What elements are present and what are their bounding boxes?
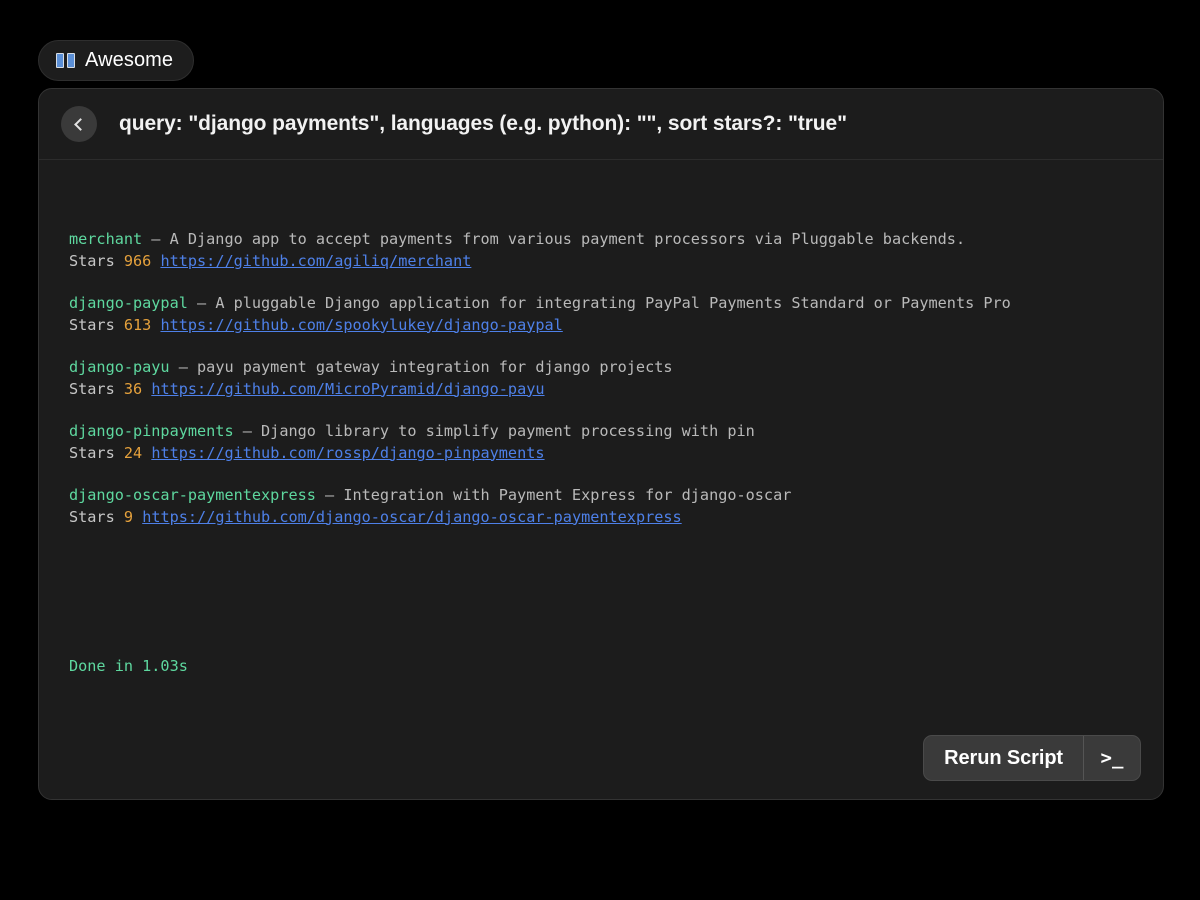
package-name: merchant <box>69 230 142 248</box>
stars-label: Stars <box>69 444 115 462</box>
separator-dash: – <box>234 422 261 440</box>
result-stars-line: Stars 24 https://github.com/rossp/django… <box>69 443 1133 465</box>
stars-label: Stars <box>69 252 115 270</box>
separator-dash: – <box>188 294 215 312</box>
stars-count: 966 <box>124 252 151 270</box>
result-stars-line: Stars 613 https://github.com/spookylukey… <box>69 315 1133 337</box>
page-title: query: "django payments", languages (e.g… <box>119 112 847 136</box>
back-button[interactable] <box>61 106 97 142</box>
package-description: payu payment gateway integration for dja… <box>197 358 672 376</box>
stars-label: Stars <box>69 316 115 334</box>
results-list: merchant – A Django app to accept paymen… <box>69 229 1133 528</box>
panel-header: query: "django payments", languages (e.g… <box>39 89 1163 160</box>
repository-link[interactable]: https://github.com/agiliq/merchant <box>160 252 471 270</box>
tab-label: Awesome <box>85 49 173 72</box>
stars-count: 24 <box>124 444 142 462</box>
repository-link[interactable]: https://github.com/rossp/django-pinpayme… <box>151 444 544 462</box>
separator-dash: – <box>142 230 169 248</box>
result-entry: merchant – A Django app to accept paymen… <box>69 229 1133 272</box>
terminal-output: merchant – A Django app to accept paymen… <box>39 160 1163 721</box>
package-description: A pluggable Django application for integ… <box>215 294 1011 312</box>
repository-link[interactable]: https://github.com/MicroPyramid/django-p… <box>151 380 544 398</box>
result-headline: django-oscar-paymentexpress – Integratio… <box>69 485 1133 507</box>
result-stars-line: Stars 966 https://github.com/agiliq/merc… <box>69 251 1133 273</box>
result-headline: django-paypal – A pluggable Django appli… <box>69 293 1133 315</box>
result-headline: django-payu – payu payment gateway integ… <box>69 357 1133 379</box>
script-output-panel: query: "django payments", languages (e.g… <box>38 88 1164 800</box>
package-description: A Django app to accept payments from var… <box>170 230 966 248</box>
tab-bar: Awesome <box>38 40 194 81</box>
open-book-icon <box>56 53 75 68</box>
tab-awesome[interactable]: Awesome <box>38 40 194 81</box>
separator-dash: – <box>170 358 197 376</box>
stars-label: Stars <box>69 508 115 526</box>
package-description: Integration with Payment Express for dja… <box>343 486 791 504</box>
result-entry: django-pinpayments – Django library to s… <box>69 421 1133 464</box>
rerun-script-control[interactable]: Rerun Script >_ <box>923 735 1141 781</box>
result-stars-line: Stars 36 https://github.com/MicroPyramid… <box>69 379 1133 401</box>
done-status: Done in 1.03s <box>69 656 1133 678</box>
stars-count: 9 <box>124 508 133 526</box>
package-name: django-pinpayments <box>69 422 234 440</box>
package-name: django-oscar-paymentexpress <box>69 486 316 504</box>
terminal-prompt-icon[interactable]: >_ <box>1084 736 1140 780</box>
repository-link[interactable]: https://github.com/django-oscar/django-o… <box>142 508 681 526</box>
result-entry: django-oscar-paymentexpress – Integratio… <box>69 485 1133 528</box>
stars-count: 36 <box>124 380 142 398</box>
result-entry: django-payu – payu payment gateway integ… <box>69 357 1133 400</box>
result-headline: django-pinpayments – Django library to s… <box>69 421 1133 443</box>
repository-link[interactable]: https://github.com/spookylukey/django-pa… <box>160 316 562 334</box>
stars-count: 613 <box>124 316 151 334</box>
package-name: django-payu <box>69 358 170 376</box>
package-description: Django library to simplify payment proce… <box>261 422 755 440</box>
result-headline: merchant – A Django app to accept paymen… <box>69 229 1133 251</box>
package-name: django-paypal <box>69 294 188 312</box>
result-stars-line: Stars 9 https://github.com/django-oscar/… <box>69 507 1133 529</box>
result-entry: django-paypal – A pluggable Django appli… <box>69 293 1133 336</box>
stars-label: Stars <box>69 380 115 398</box>
chevron-left-icon <box>74 118 87 131</box>
rerun-script-button[interactable]: Rerun Script <box>924 736 1083 780</box>
separator-dash: – <box>316 486 343 504</box>
